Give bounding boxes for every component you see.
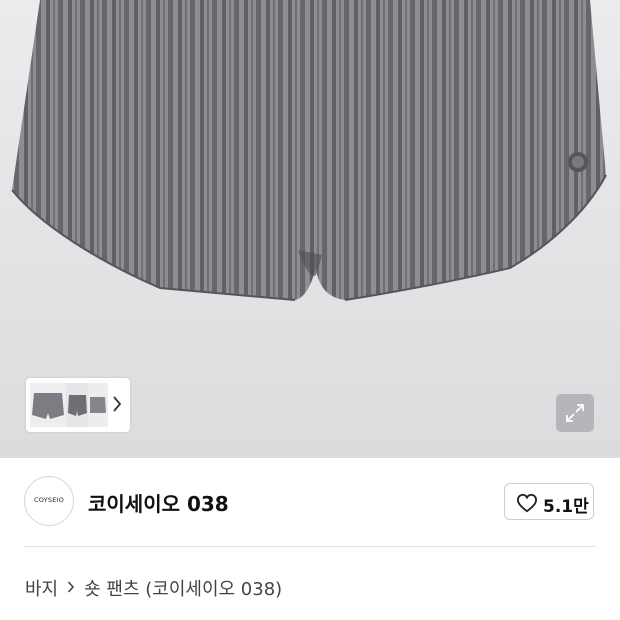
chevron-right-icon bbox=[67, 578, 75, 599]
product-thumbnail[interactable] bbox=[30, 383, 110, 427]
thumbnail-strip[interactable] bbox=[26, 378, 130, 432]
expand-icon bbox=[566, 404, 584, 422]
breadcrumb-product-title: 숏 팬츠 (코이세이오 038) bbox=[84, 579, 283, 600]
expand-button[interactable] bbox=[556, 394, 594, 432]
divider bbox=[24, 546, 596, 547]
chevron-right-icon[interactable] bbox=[112, 394, 122, 414]
shop-logo-text: COYSEIO bbox=[34, 496, 64, 504]
breadcrumb-category[interactable]: 바지 bbox=[25, 575, 58, 601]
shop-logo[interactable]: COYSEIO bbox=[24, 476, 74, 526]
like-button[interactable]: 5.1만 bbox=[504, 483, 594, 520]
product-image-gallery[interactable] bbox=[0, 0, 620, 458]
shop-name[interactable]: 코이세이오 038 bbox=[88, 488, 229, 517]
breadcrumb: 바지 숏 팬츠 (코이세이오 038) bbox=[25, 575, 282, 601]
heart-outline-icon bbox=[516, 493, 538, 513]
like-count: 5.1만 bbox=[543, 497, 589, 517]
